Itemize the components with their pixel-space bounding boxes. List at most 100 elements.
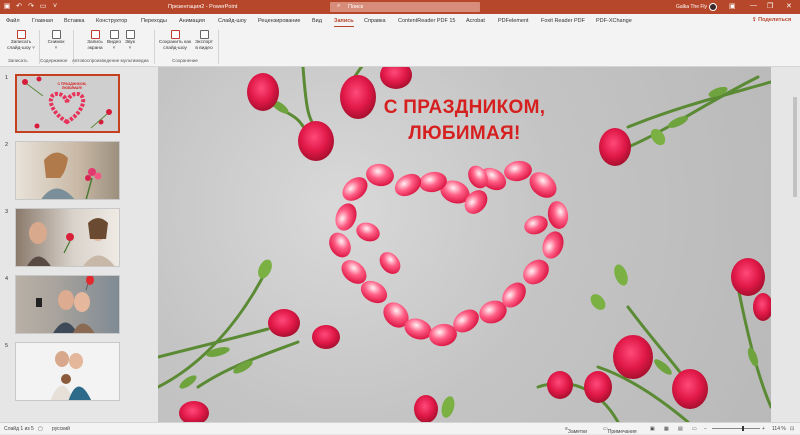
reading-view-icon[interactable]: ▤ <box>678 426 683 432</box>
slide-title-line-2[interactable]: ЛЮБИМАЯ! <box>158 123 771 145</box>
window-title: Презентация2 - PowerPoint <box>168 4 238 10</box>
search-box[interactable]: ⌕ Поиск <box>330 2 480 12</box>
vertical-scrollbar[interactable] <box>790 67 800 422</box>
ribbon-display-icon[interactable]: ▣ <box>729 2 736 10</box>
export-video-label-1: Экспорт <box>194 40 214 45</box>
separator <box>218 30 219 64</box>
ribbon-tabs: Файл Главная Вставка Конструктор Переход… <box>0 14 800 27</box>
scrollbar-thumb[interactable] <box>793 97 797 197</box>
tab-acrobat[interactable]: Acrobat <box>466 18 485 24</box>
group-label-save: Сохранение <box>172 58 198 63</box>
slide-thumbnail-5[interactable] <box>15 342 120 401</box>
group-label-content: Содержимое <box>40 58 68 63</box>
audio-chevron: ˅ <box>128 46 132 51</box>
tab-record[interactable]: Запись <box>334 18 354 27</box>
slide-thumbnail-4[interactable] <box>15 275 120 334</box>
tab-foxit[interactable]: Foxit Reader PDF <box>541 18 585 24</box>
couple-hug-image <box>50 351 91 400</box>
slide-canvas[interactable]: С ПРАЗДНИКОМ, ЛЮБИМАЯ! <box>158 67 771 422</box>
slide-number: 2 <box>5 142 9 148</box>
slide-number: 3 <box>5 209 9 215</box>
slide-count: Слайд 1 из 5 <box>4 426 34 432</box>
normal-view-icon[interactable]: ▣ <box>650 426 655 432</box>
tab-view[interactable]: Вид <box>312 18 322 24</box>
group-label-autoplay: Автовоспроизведение мультимедиа <box>72 58 149 63</box>
couple-selfie-image <box>36 276 95 333</box>
tab-pdfelement[interactable]: PDFelement <box>498 18 529 24</box>
slide-thumbnail-1[interactable]: С ПРАЗДНИКОМ, ЛЮБИМАЯ! <box>15 74 120 133</box>
record-slideshow-label-2: слайд-шоу ˅ <box>7 46 35 51</box>
save-as-show-label-1: Сохранить как <box>158 40 192 45</box>
tab-pdfxchange[interactable]: PDF-XChange <box>596 18 632 24</box>
separator <box>154 30 155 64</box>
tab-help[interactable]: Справка <box>364 18 386 24</box>
tab-file[interactable]: Файл <box>6 18 20 24</box>
avatar[interactable] <box>709 3 717 11</box>
save-as-show-button[interactable]: Сохранить как слайд-шоу <box>157 30 193 52</box>
redo-icon[interactable]: ↷ <box>27 2 35 11</box>
slide-number: 4 <box>5 276 9 282</box>
record-icon <box>16 30 26 39</box>
user-name[interactable]: Galka The Fly <box>676 4 707 10</box>
slide-title-line-1[interactable]: С ПРАЗДНИКОМ, <box>158 97 771 119</box>
record-slideshow-button[interactable]: Записать слайд-шоу ˅ <box>4 30 38 52</box>
tab-animations[interactable]: Анимация <box>179 18 205 24</box>
comments-label: Примечания <box>607 429 637 435</box>
audio-button[interactable]: Звук ˅ <box>122 30 138 52</box>
title-bar: ▣ ↶ ↷ ▭ ˅ Презентация2 - PowerPoint ⌕ По… <box>0 0 800 14</box>
tab-contentreader[interactable]: ContentReader PDF 15 <box>398 18 455 24</box>
slide-thumbnail-2[interactable] <box>15 141 120 200</box>
slideshow-view-icon[interactable]: ▭ <box>692 426 697 432</box>
screen-record-icon <box>90 30 100 39</box>
screen-recording-button[interactable]: Запись экрана <box>84 30 106 52</box>
save-as-show-label-2: слайд-шоу <box>163 46 187 51</box>
save-icon[interactable]: ▣ <box>3 2 11 11</box>
screenshot-label: Снимок <box>47 40 65 45</box>
undo-icon[interactable]: ↶ <box>15 2 23 11</box>
export-video-icon <box>199 30 209 39</box>
tab-insert[interactable]: Вставка <box>64 18 84 24</box>
screen-recording-label-2: экрана <box>87 46 103 51</box>
present-icon[interactable]: ▭ <box>39 2 47 11</box>
spellcheck-icon[interactable]: ▢ <box>38 426 43 432</box>
notes-button[interactable]: ≡ Заметки <box>565 426 587 435</box>
language[interactable]: русский <box>52 426 70 432</box>
slide-number: 1 <box>5 75 9 81</box>
search-placeholder: Поиск <box>348 4 364 10</box>
notes-label: Заметки <box>567 429 588 435</box>
camera-icon <box>51 30 61 39</box>
export-video-button[interactable]: Экспорт в видео <box>192 30 216 52</box>
tab-slideshow[interactable]: Слайд-шоу <box>218 18 247 24</box>
zoom-out-icon[interactable]: − <box>704 426 707 432</box>
video-icon <box>109 30 119 39</box>
screenshot-chevron: ˅ <box>54 46 58 51</box>
quick-access-toolbar: ▣ ↶ ↷ ▭ ˅ <box>3 2 59 11</box>
roses-heart-image <box>158 67 771 422</box>
tab-design[interactable]: Конструктор <box>96 18 127 24</box>
share-button[interactable]: ⇪ Поделиться <box>752 17 791 23</box>
video-button[interactable]: Видео ˅ <box>105 30 123 52</box>
zoom-level[interactable]: 114 % <box>772 426 786 432</box>
slide-thumbnail-3[interactable] <box>15 208 120 267</box>
slide-number: 5 <box>5 343 9 349</box>
slide-sorter-icon[interactable]: ▦ <box>664 426 669 432</box>
tab-home[interactable]: Главная <box>32 18 53 24</box>
tab-transitions[interactable]: Переходы <box>141 18 167 24</box>
fit-slide-icon[interactable]: ⊡ <box>790 426 794 432</box>
close-button[interactable]: ✕ <box>786 2 792 10</box>
tab-review[interactable]: Рецензирование <box>258 18 300 24</box>
woman-flowers-image <box>41 152 102 199</box>
export-video-label-2: в видео <box>195 46 213 51</box>
screenshot-button[interactable]: Снимок ˅ <box>42 30 70 52</box>
video-chevron: ˅ <box>112 46 116 51</box>
zoom-slider[interactable] <box>712 426 760 431</box>
share-label: Поделиться <box>758 17 792 23</box>
couple-rose-image <box>27 218 115 266</box>
ribbon: Записать слайд-шоу ˅ Снимок ˅ Запись экр… <box>0 27 800 67</box>
minimize-button[interactable]: — <box>750 2 757 9</box>
comments-button[interactable]: ▭ Примечания <box>603 426 637 435</box>
restore-button[interactable]: ❐ <box>767 2 773 10</box>
customize-icon[interactable]: ˅ <box>51 2 59 11</box>
zoom-slider-knob[interactable] <box>742 426 744 431</box>
zoom-in-icon[interactable]: + <box>762 426 765 432</box>
